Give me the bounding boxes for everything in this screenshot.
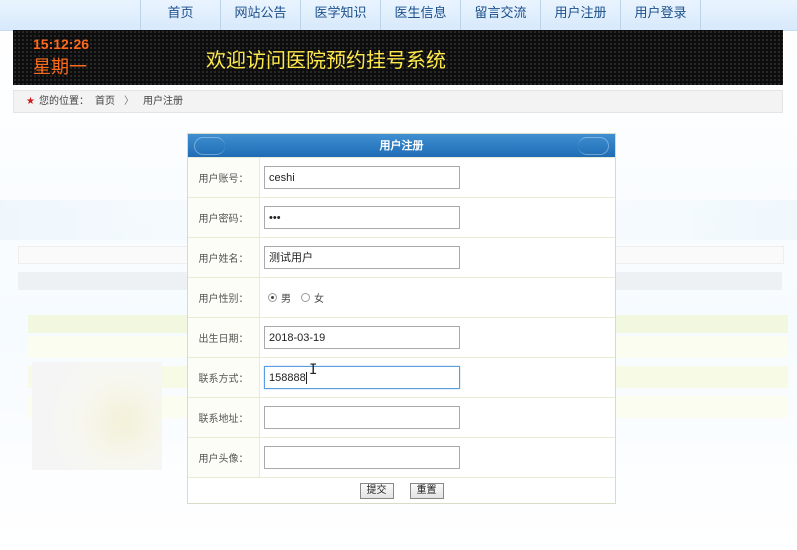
submit-button[interactable]: 提交 xyxy=(359,482,394,499)
field-label: 联系方式： xyxy=(188,358,260,397)
field-cell: 测试用户 xyxy=(260,238,615,277)
form-row-name: 用户姓名： 测试用户 xyxy=(188,237,615,277)
form-row-account: 用户账号： ceshi xyxy=(188,157,615,197)
nav-item-login[interactable]: 用户登录 xyxy=(621,0,701,30)
field-cell: ••• xyxy=(260,198,615,237)
registration-form: 用户注册 用户账号： ceshi 用户密码： ••• 用户姓名： 测试用户 用户… xyxy=(187,133,616,504)
field-label: 出生日期： xyxy=(188,318,260,357)
gender-male-label: 男 xyxy=(281,294,291,305)
site-header-banner: 15:12:26 星期一 欢迎访问医院预约挂号系统 xyxy=(13,30,783,85)
clock: 15:12:26 星期一 xyxy=(33,36,89,79)
form-row-phone: 联系方式： 158888 xyxy=(188,357,615,397)
ghost-image xyxy=(32,362,162,470)
ornament-left-icon xyxy=(194,137,225,155)
ornament-right-icon xyxy=(578,137,609,155)
form-row-birthday: 出生日期： 2018-03-19 xyxy=(188,317,615,357)
form-row-password: 用户密码： ••• xyxy=(188,197,615,237)
form-row-gender: 用户性别： 男 女 xyxy=(188,277,615,317)
site-title: 欢迎访问医院预约挂号系统 xyxy=(206,48,446,72)
breadcrumb-separator: 〉 xyxy=(123,96,134,107)
breadcrumb-home-link[interactable]: 首页 xyxy=(95,91,115,112)
form-row-address: 联系地址： xyxy=(188,397,615,437)
gender-radio-group: 男 女 xyxy=(264,290,324,305)
field-label: 用户姓名： xyxy=(188,238,260,277)
text-caret xyxy=(305,372,307,385)
clock-weekday: 星期一 xyxy=(33,57,87,77)
gender-female-radio[interactable] xyxy=(301,293,310,302)
field-label: 用户密码： xyxy=(188,198,260,237)
breadcrumb-prefix: 您的位置： xyxy=(38,96,89,107)
main-nav: 首页 网站公告 医学知识 医生信息 留言交流 用户注册 用户登录 xyxy=(140,0,701,30)
field-cell xyxy=(260,438,615,477)
form-row-avatar: 用户头像： xyxy=(188,437,615,477)
account-input[interactable]: ceshi xyxy=(264,166,460,189)
field-label: 用户性别： xyxy=(188,278,260,317)
nav-item-doctor-info[interactable]: 医生信息 xyxy=(381,0,461,30)
nav-item-medical-knowledge[interactable]: 医学知识 xyxy=(301,0,381,30)
star-icon: ★ xyxy=(26,96,35,107)
form-title-bar: 用户注册 xyxy=(188,134,615,157)
password-input[interactable]: ••• xyxy=(264,206,460,229)
breadcrumb-current: 用户注册 xyxy=(142,96,183,107)
field-label: 用户账号： xyxy=(188,158,260,197)
field-cell: 男 女 xyxy=(260,278,615,317)
phone-input-text: 158888 xyxy=(269,372,306,384)
gender-female-label: 女 xyxy=(314,294,324,305)
form-actions: 提交 重置 xyxy=(188,477,615,503)
nav-item-register[interactable]: 用户注册 xyxy=(541,0,621,30)
field-cell: 2018-03-19 xyxy=(260,318,615,357)
gender-male-radio[interactable] xyxy=(268,293,277,302)
nav-item-message-board[interactable]: 留言交流 xyxy=(461,0,541,30)
phone-input[interactable]: 158888 xyxy=(264,366,460,389)
name-input[interactable]: 测试用户 xyxy=(264,246,460,269)
field-label: 用户头像： xyxy=(188,438,260,477)
birthday-input[interactable]: 2018-03-19 xyxy=(264,326,460,349)
field-cell: ceshi xyxy=(260,158,615,197)
address-input[interactable] xyxy=(264,406,460,429)
clock-time: 15:12:26 xyxy=(33,36,90,52)
field-label: 联系地址： xyxy=(188,398,260,437)
form-title: 用户注册 xyxy=(379,139,424,152)
avatar-input[interactable] xyxy=(264,446,460,469)
breadcrumb: ★ 您的位置： 首页 〉 用户注册 xyxy=(13,90,783,113)
reset-button[interactable]: 重置 xyxy=(409,482,444,499)
nav-item-home[interactable]: 首页 xyxy=(140,0,221,30)
nav-item-announcements[interactable]: 网站公告 xyxy=(221,0,301,30)
field-cell xyxy=(260,398,615,437)
ibeam-cursor-icon: I xyxy=(309,362,318,378)
